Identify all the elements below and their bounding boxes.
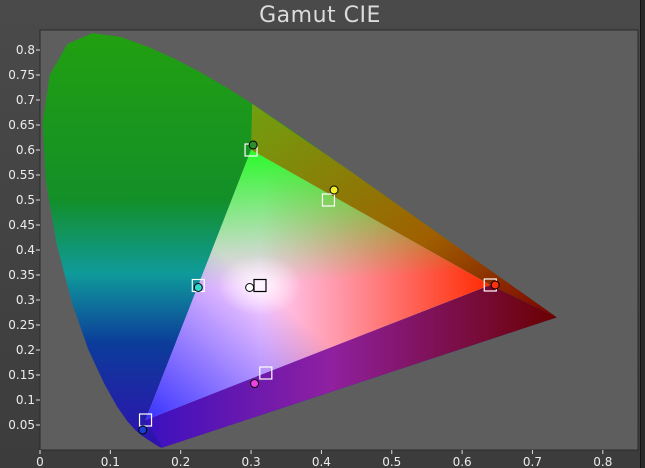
white-point-glow: [217, 255, 302, 316]
measured-point: [248, 140, 258, 150]
x-tick-label: 0.7: [523, 455, 542, 468]
measured-point: [138, 425, 148, 435]
y-tick-label: 0.45: [8, 218, 35, 232]
y-tick-label: 0.05: [8, 418, 35, 432]
y-tick-label: 0.4: [16, 243, 35, 257]
y-tick-label: 0.6: [16, 143, 35, 157]
x-tick-label: 0.6: [453, 455, 472, 468]
measured-point: [490, 280, 500, 290]
y-tick-label: 0.5: [16, 193, 35, 207]
x-tick-label: 0.2: [171, 455, 190, 468]
x-tick-label: 0.1: [101, 455, 120, 468]
y-tick-label: 0.1: [16, 393, 35, 407]
y-tick-label: 0.7: [16, 93, 35, 107]
measured-point: [245, 283, 255, 292]
y-tick-label: 0.75: [8, 68, 35, 82]
x-tick-label: 0.4: [312, 455, 331, 468]
y-tick-label: 0.3: [16, 293, 35, 307]
y-tick-label: 0.25: [8, 318, 35, 332]
x-tick-label: 0: [36, 455, 44, 468]
cie-chart: 0 0.1 0.2 0.3 0.4 0.5 0.6 0.7 0.8 0.05 0.1 0.15 0.2 0…: [8, 29, 639, 468]
right-edge-bar: [640, 0, 645, 468]
x-tick-label: 0.3: [242, 455, 261, 468]
y-tick-label: 0.55: [8, 168, 35, 182]
measured-point: [329, 185, 339, 195]
y-tick-label: 0.35: [8, 268, 35, 282]
y-tick-label: 0.65: [8, 118, 35, 132]
y-tick-label: 0.8: [16, 43, 35, 57]
y-tick-label: 0.15: [8, 368, 35, 382]
x-tick-label: 0.8: [593, 455, 612, 468]
y-tick-label: 0.2: [16, 343, 35, 357]
x-tick-label: 0.5: [382, 455, 401, 468]
measured-point: [250, 379, 260, 388]
measured-point: [193, 283, 203, 292]
